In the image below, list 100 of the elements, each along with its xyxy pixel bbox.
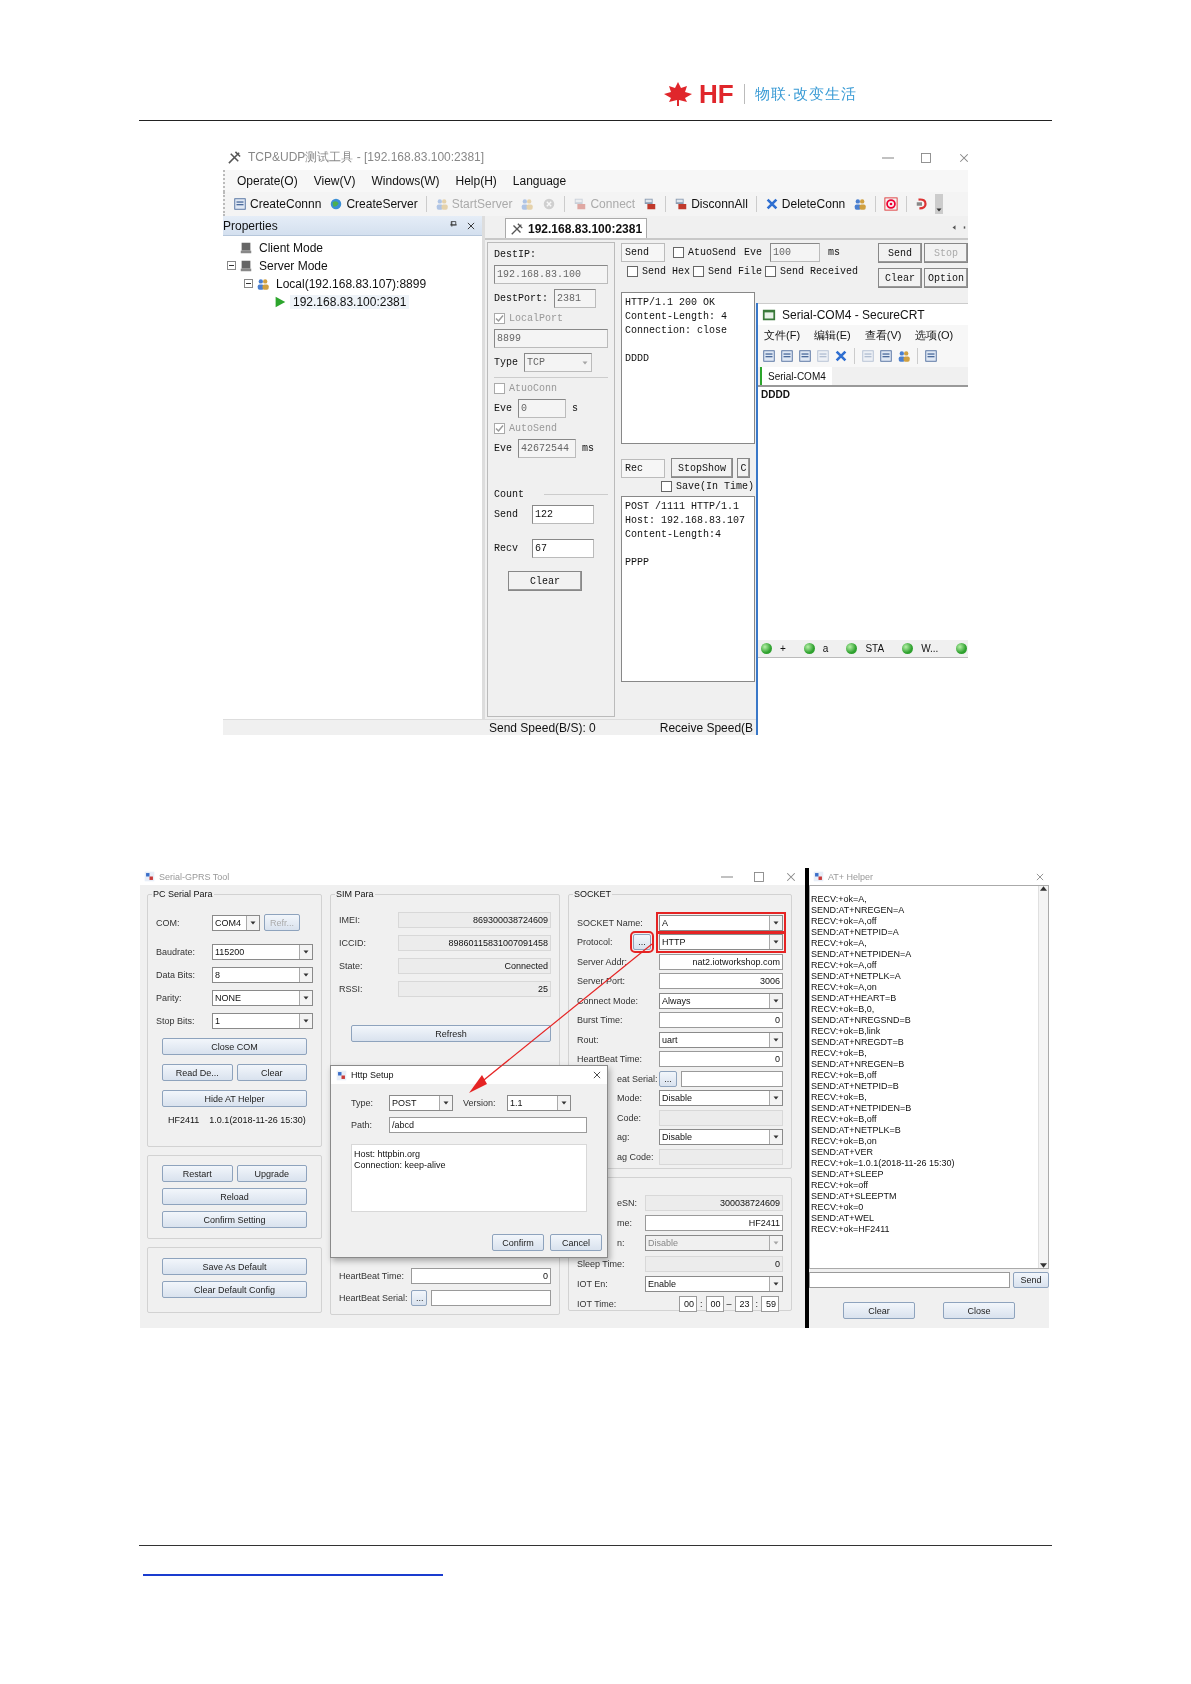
menu-item[interactable]: View(V)	[313, 174, 356, 188]
field-label: Send	[494, 509, 518, 520]
status-label: +	[780, 643, 786, 654]
tree-item[interactable]: 192.168.83.100:2381	[290, 294, 410, 309]
panel-title: Properties	[223, 218, 279, 233]
text-field[interactable]: 122	[532, 505, 594, 524]
menu-item[interactable]: 编辑(E)	[814, 327, 851, 343]
text-field[interactable]: 0	[411, 1267, 551, 1284]
checkbox[interactable]	[765, 266, 777, 277]
button[interactable]: Hide AT Helper	[162, 1090, 307, 1107]
field-label: DestPort:	[494, 293, 548, 304]
menu-item[interactable]: Help(H)	[455, 174, 497, 188]
checkbox[interactable]	[661, 481, 672, 492]
text-field[interactable]	[431, 1289, 551, 1306]
tree-item[interactable]: Local(192.168.83.107):8899	[273, 276, 430, 291]
field-label: Code:	[617, 1112, 643, 1123]
tree-item[interactable]: Server Mode	[256, 258, 331, 273]
checkbox[interactable]	[693, 266, 704, 277]
toolbar-button[interactable]: CreateServer	[327, 197, 420, 211]
text-field[interactable]: 3006	[659, 973, 783, 989]
menu-item[interactable]: Language	[512, 174, 567, 188]
text-field[interactable]: HF2411	[645, 1215, 783, 1232]
collapse-icon[interactable]	[227, 261, 236, 270]
button[interactable]: Close COM	[162, 1038, 307, 1055]
button[interactable]: Restart	[162, 1165, 233, 1182]
dropdown[interactable]: uart	[659, 1031, 783, 1048]
tree-item[interactable]: Client Mode	[256, 240, 327, 255]
more-button[interactable]: ...	[411, 1289, 427, 1306]
button[interactable]: StopShow	[671, 458, 733, 478]
scroll-down-icon[interactable]	[1040, 1263, 1047, 1268]
send-text-area[interactable]: HTTP/1.1 200 OK Content-Length: 4 Connection: close DDDD	[621, 292, 755, 444]
menu-item[interactable]: 查看(V)	[864, 327, 902, 343]
time-field[interactable]: 59	[761, 1295, 780, 1312]
maximize-icon	[753, 870, 765, 883]
dropdown[interactable]: Disable	[659, 1129, 783, 1145]
computer-icon	[239, 258, 253, 273]
text-field[interactable]: 0	[659, 1012, 783, 1028]
document-icon	[233, 197, 247, 211]
field-label: eSN:	[617, 1198, 638, 1208]
checkbox[interactable]	[673, 247, 684, 258]
dropdown[interactable]: POST	[389, 1094, 453, 1111]
button[interactable]: Close	[943, 1302, 1015, 1319]
command-field[interactable]	[809, 1272, 1010, 1288]
button[interactable]: Read De...	[162, 1064, 233, 1081]
refresh-button[interactable]: Refresh	[351, 1025, 551, 1042]
dropdown[interactable]: 115200	[212, 943, 313, 960]
button[interactable]: Clear	[843, 1302, 915, 1319]
toolbar-button[interactable]: CreateConnn	[231, 197, 324, 211]
tab[interactable]: 192.168.83.100:2381	[505, 218, 648, 238]
dropdown[interactable]: 1	[212, 1012, 313, 1029]
button[interactable]: Confirm Setting	[162, 1211, 307, 1228]
dropdown[interactable]: COM4	[212, 914, 260, 931]
button[interactable]: C	[737, 458, 750, 478]
button[interactable]: Clear Default Config	[162, 1281, 307, 1298]
button[interactable]: Clear	[878, 268, 922, 288]
text-field[interactable]: nat2.iotworkshop.com	[659, 953, 783, 970]
button[interactable]: Reload	[162, 1188, 307, 1205]
dropdown[interactable]: Disable	[659, 1090, 783, 1106]
text-field[interactable]: 100	[770, 243, 821, 262]
dropdown[interactable]: Enable	[645, 1275, 783, 1292]
button[interactable]: Cancel	[550, 1234, 602, 1251]
text-field[interactable]	[681, 1070, 783, 1087]
receive-text-area[interactable]: POST /1111 HTTP/1.1 Host: 192.168.83.107 Content-Length:4 PPPP	[621, 496, 755, 682]
headers-text-area[interactable]: Host: httpbin.org Connection: keep-alive	[351, 1144, 587, 1212]
menu-item[interactable]: Operate(O)	[237, 174, 298, 188]
menu-item[interactable]: 文件(F)	[764, 327, 801, 343]
button[interactable]: Option	[924, 268, 968, 288]
dropdown[interactable]: A	[659, 914, 783, 931]
toolbar-button[interactable]: DeleteConn	[762, 197, 848, 211]
toolbar-button[interactable]: DisconnAll	[672, 197, 750, 211]
text-field[interactable]: /abcd	[389, 1116, 587, 1133]
button[interactable]: Clear	[236, 1064, 307, 1081]
toolbar-button[interactable]	[882, 197, 901, 211]
dropdown[interactable]: NONE	[212, 989, 313, 1006]
menu-item[interactable]: 选项(O)	[915, 327, 954, 343]
checkbox[interactable]	[627, 266, 638, 277]
send-button[interactable]: Send	[1013, 1272, 1049, 1288]
dropdown[interactable]: Always	[659, 992, 783, 1009]
dropdown[interactable]: 8	[212, 966, 313, 983]
status-text: Send Speed(B/S): 0	[489, 720, 596, 735]
collapse-icon[interactable]	[244, 279, 253, 288]
dropdown[interactable]: HTTP	[659, 934, 783, 950]
button[interactable]: Save As Default	[162, 1258, 307, 1275]
text-field[interactable]: 0	[659, 1051, 783, 1067]
terminal-text: DDDD	[761, 389, 790, 400]
button[interactable]: Send	[878, 243, 922, 263]
tab[interactable]: Serial-COM4	[760, 367, 832, 385]
more-button[interactable]: ...	[659, 1070, 677, 1087]
time-field[interactable]: 00	[705, 1295, 724, 1312]
text-field[interactable]: 67	[532, 539, 594, 558]
menu-item[interactable]: Windows(W)	[371, 174, 440, 188]
clear-button[interactable]: Clear	[508, 571, 582, 591]
time-field[interactable]: 00	[679, 1295, 697, 1312]
dropdown[interactable]: 1.1	[507, 1094, 571, 1111]
time-field[interactable]: 23	[734, 1295, 753, 1312]
button[interactable]: Confirm	[492, 1234, 544, 1251]
more-button[interactable]: ...	[633, 934, 651, 950]
toolbar-overflow-button[interactable]	[935, 194, 944, 214]
unit-label: ms	[828, 247, 841, 258]
button[interactable]: Upgrade	[236, 1165, 307, 1182]
